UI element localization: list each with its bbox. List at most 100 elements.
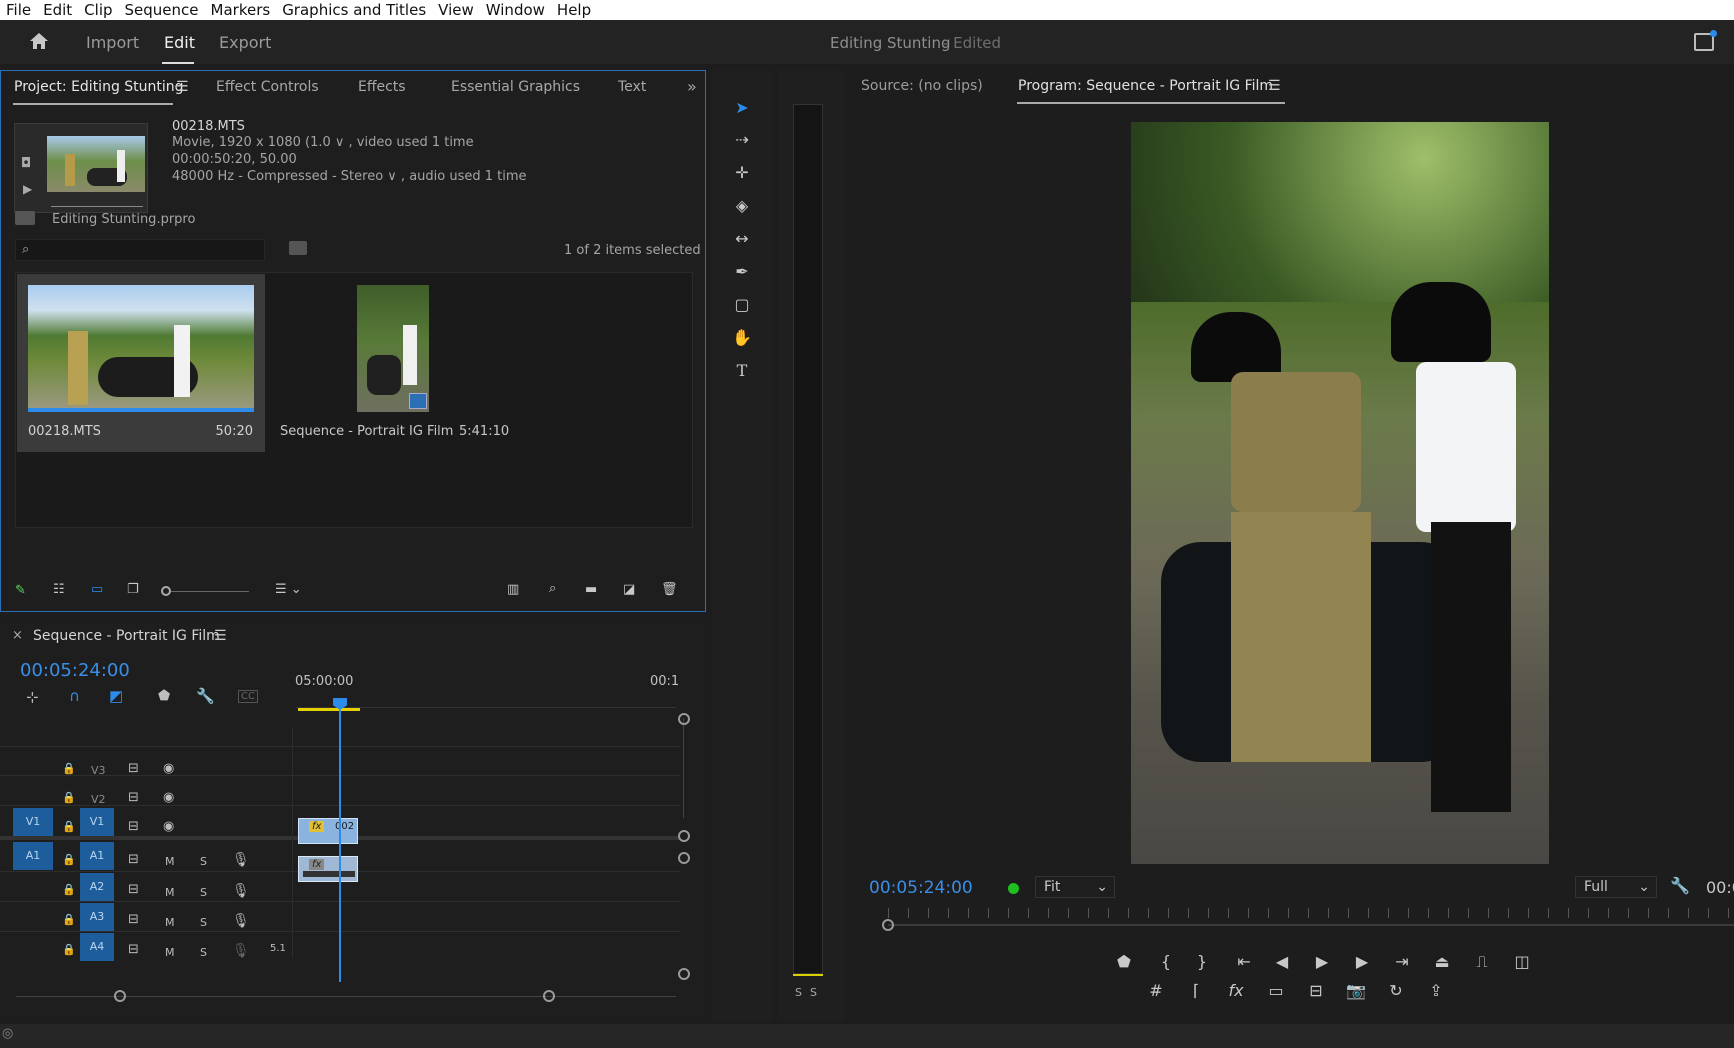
track-a1-label[interactable]: A1 bbox=[80, 842, 114, 870]
meter-solo-right[interactable]: S bbox=[810, 986, 817, 999]
freeform-view-icon[interactable]: ❐ bbox=[127, 582, 139, 597]
track-v3-label[interactable]: V3 bbox=[91, 764, 106, 777]
scroll-knob[interactable] bbox=[678, 968, 690, 980]
lock-icon[interactable]: 🔒 bbox=[62, 943, 76, 956]
solo-button[interactable]: S bbox=[200, 855, 207, 868]
settings-wrench-icon[interactable]: 🔧 bbox=[1670, 876, 1690, 895]
bin-item-clip[interactable]: 00218.MTS 50:20 bbox=[17, 274, 265, 452]
panel-overflow-icon[interactable]: » bbox=[687, 77, 697, 96]
preview-scrubber[interactable] bbox=[51, 206, 143, 207]
find-icon[interactable] bbox=[289, 241, 307, 255]
mute-button[interactable]: M bbox=[165, 916, 175, 929]
export-frame-icon[interactable]: 📷 bbox=[1344, 979, 1368, 1003]
find-icon-footer[interactable]: ⌕ bbox=[549, 581, 556, 596]
mute-button[interactable]: M bbox=[165, 886, 175, 899]
new-item-icon[interactable]: ◪ bbox=[623, 582, 635, 597]
sync-lock-icon[interactable]: ⊟ bbox=[128, 790, 139, 805]
ripple-edit-tool-icon[interactable]: ✛ bbox=[730, 161, 754, 185]
menu-window[interactable]: Window bbox=[480, 0, 551, 20]
mic-icon[interactable]: 🎙 bbox=[232, 943, 250, 959]
solo-button[interactable]: S bbox=[200, 946, 207, 959]
timeline-menu-icon[interactable]: ☰ bbox=[214, 628, 227, 644]
solo-button[interactable]: S bbox=[200, 886, 207, 899]
audio-clip[interactable]: fx bbox=[298, 856, 358, 882]
eye-icon[interactable]: ◉ bbox=[163, 790, 174, 805]
go-to-out-button[interactable]: ⇥ bbox=[1390, 950, 1414, 974]
fx-toggle-button[interactable]: fx bbox=[1224, 979, 1248, 1003]
multi-camera-button[interactable]: ⊟ bbox=[1304, 979, 1328, 1003]
icon-view-icon[interactable]: ▭ bbox=[91, 582, 103, 597]
play-button[interactable]: ▶ bbox=[1310, 950, 1334, 974]
creative-cloud-icon[interactable]: ◎ bbox=[2, 1026, 13, 1041]
vertical-scrollbar[interactable] bbox=[683, 718, 684, 818]
lock-icon[interactable]: 🔒 bbox=[62, 883, 76, 896]
close-sequence-icon[interactable]: × bbox=[12, 628, 23, 643]
export-frame-compare-button[interactable]: ◫ bbox=[1510, 950, 1534, 974]
type-tool-icon[interactable]: T bbox=[730, 359, 754, 383]
track-a2-label[interactable]: A2 bbox=[80, 873, 114, 901]
step-back-button[interactable]: ◀ bbox=[1270, 950, 1294, 974]
bin-item-sequence[interactable]: Sequence - Portrait IG Film 5:41:10 bbox=[269, 274, 519, 452]
program-scrub-bar[interactable] bbox=[888, 924, 1734, 926]
eye-icon[interactable]: ◉ bbox=[163, 761, 174, 776]
track-v2-label[interactable]: V2 bbox=[91, 793, 106, 806]
mark-out-button[interactable]: } bbox=[1190, 950, 1214, 974]
lock-icon[interactable]: 🔒 bbox=[62, 913, 76, 926]
mic-icon[interactable]: 🎙 bbox=[232, 883, 250, 899]
add-marker-icon[interactable]: ⬟ bbox=[158, 688, 170, 704]
export-tab[interactable]: Export bbox=[219, 33, 271, 52]
sync-lock-icon[interactable]: ⊟ bbox=[128, 819, 139, 834]
snap-icon[interactable]: ∩ bbox=[69, 687, 80, 705]
sync-lock-icon[interactable]: ⊟ bbox=[128, 761, 139, 776]
mic-icon[interactable]: 🎙 bbox=[232, 852, 250, 868]
camera-icon[interactable]: ◘ bbox=[21, 156, 31, 171]
scroll-knob[interactable] bbox=[882, 919, 894, 931]
mark-in-button[interactable]: { bbox=[1154, 950, 1178, 974]
import-tab[interactable]: Import bbox=[86, 33, 139, 52]
write-on-icon[interactable]: ✎ bbox=[15, 583, 26, 598]
project-search-input[interactable]: ⌕ bbox=[15, 239, 265, 261]
scroll-knob[interactable] bbox=[678, 830, 690, 842]
tab-effects[interactable]: Effects bbox=[358, 79, 406, 95]
source-patch-v1[interactable]: V1 bbox=[13, 808, 53, 836]
tab-effect-controls[interactable]: Effect Controls bbox=[216, 79, 319, 95]
menu-view[interactable]: View bbox=[432, 0, 480, 20]
razor-tool-icon[interactable]: ◈ bbox=[730, 194, 754, 218]
toggle-proxies-button[interactable]: ▭ bbox=[1264, 979, 1288, 1003]
slip-tool-icon[interactable]: ↔ bbox=[730, 227, 754, 251]
menu-sequence[interactable]: Sequence bbox=[119, 0, 205, 20]
zoom-slider[interactable] bbox=[161, 586, 249, 596]
loop-button[interactable]: ↻ bbox=[1384, 979, 1408, 1003]
scroll-knob[interactable] bbox=[543, 990, 555, 1002]
new-bin-icon[interactable]: ▬ bbox=[585, 582, 597, 597]
track-select-tool-icon[interactable]: ⇢ bbox=[730, 128, 754, 152]
track-a4-label[interactable]: A4 bbox=[80, 933, 114, 961]
step-forward-button[interactable]: ▶ bbox=[1350, 950, 1374, 974]
lock-icon[interactable]: 🔒 bbox=[62, 820, 76, 833]
menu-clip[interactable]: Clip bbox=[78, 0, 118, 20]
lift-button[interactable]: ⏏ bbox=[1430, 950, 1454, 974]
pen-tool-icon[interactable]: ✒ bbox=[730, 260, 754, 284]
program-timecode[interactable]: 00:05:24:00 bbox=[869, 878, 973, 898]
program-menu-icon[interactable]: ☰ bbox=[1268, 78, 1281, 94]
play-preview-icon[interactable]: ▶ bbox=[23, 182, 32, 196]
go-to-in-button[interactable]: ⇤ bbox=[1232, 950, 1256, 974]
scroll-knob[interactable] bbox=[114, 990, 126, 1002]
mute-button[interactable]: M bbox=[165, 855, 175, 868]
linked-selection-icon[interactable]: ◩ bbox=[109, 687, 123, 705]
project-menu-icon[interactable]: ☰ bbox=[176, 79, 189, 95]
extract-button[interactable]: ⎍ bbox=[1470, 950, 1494, 974]
track-a3-label[interactable]: A3 bbox=[80, 903, 114, 931]
add-marker-button[interactable]: ⬟ bbox=[1112, 950, 1136, 974]
program-video-frame[interactable] bbox=[1131, 122, 1549, 864]
list-view-icon[interactable]: ☷ bbox=[53, 582, 65, 597]
menu-graphics[interactable]: Graphics and Titles bbox=[276, 0, 432, 20]
time-ruler[interactable] bbox=[296, 694, 676, 708]
home-icon[interactable] bbox=[28, 30, 50, 52]
video-clip[interactable]: fx 002 bbox=[298, 818, 358, 844]
nest-icon[interactable]: ⊹ bbox=[26, 688, 39, 706]
tab-project[interactable]: Project: Editing Stunting bbox=[14, 79, 184, 95]
automate-to-sequence-icon[interactable]: ▥ bbox=[507, 582, 519, 597]
captions-icon[interactable]: CC bbox=[238, 690, 258, 703]
sync-lock-icon[interactable]: ⊟ bbox=[128, 942, 139, 957]
